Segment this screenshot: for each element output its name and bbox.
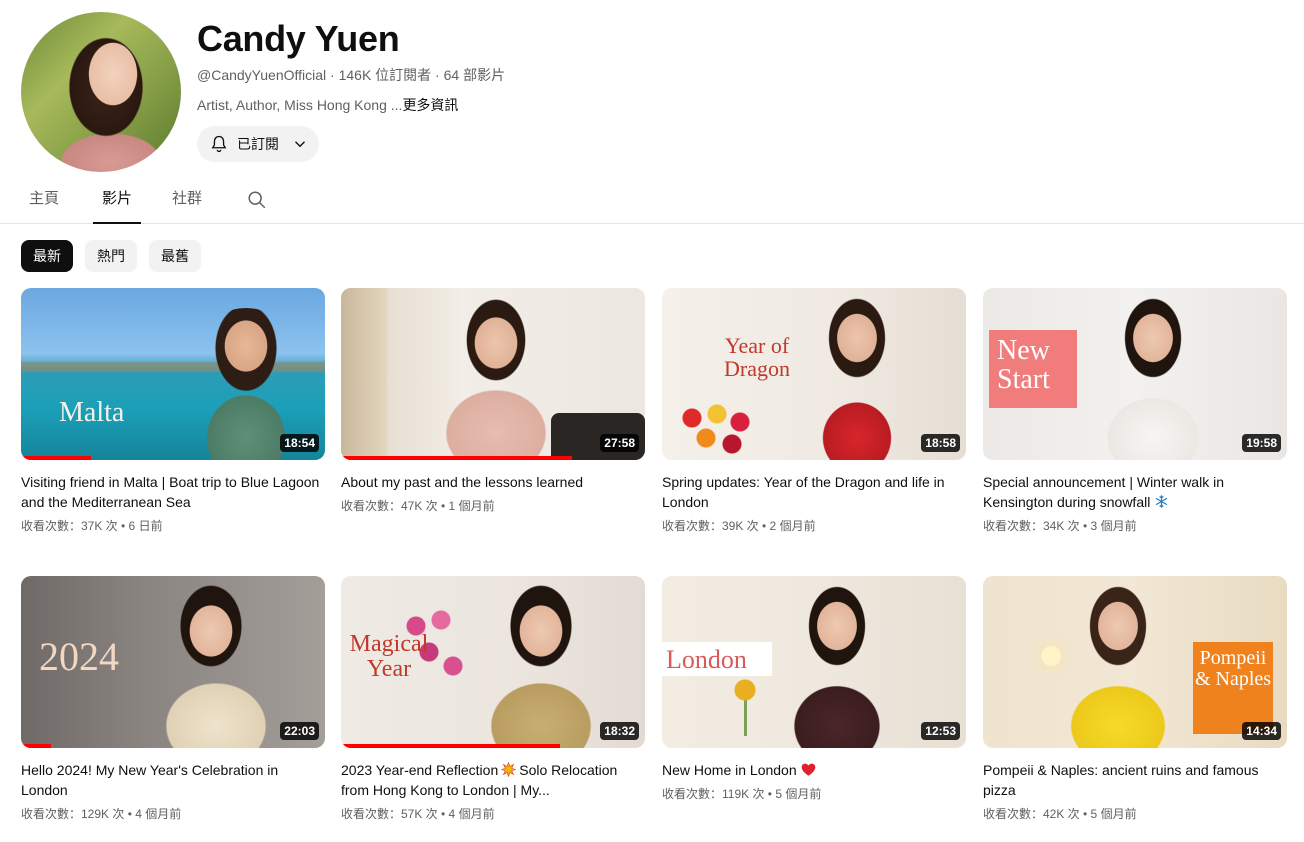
chip-oldest[interactable]: 最舊 xyxy=(149,240,201,272)
video-card: Malta 18:54 Visiting friend in Malta | B… xyxy=(21,288,325,535)
watch-progress-bar xyxy=(341,744,560,748)
bell-icon xyxy=(209,134,229,154)
video-title[interactable]: Visiting friend in Malta | Boat trip to … xyxy=(21,472,325,512)
video-thumbnail[interactable]: Pompeii & Naples 14:34 xyxy=(983,576,1287,748)
video-thumbnail[interactable]: New Start 19:58 xyxy=(983,288,1287,460)
chip-latest[interactable]: 最新 xyxy=(21,240,73,272)
video-duration: 18:32 xyxy=(600,722,639,740)
video-duration: 12:53 xyxy=(921,722,960,740)
tab-videos[interactable]: 影片 xyxy=(93,180,141,224)
sparkle-burst-icon xyxy=(500,761,517,778)
video-title[interactable]: About my past and the lessons learned xyxy=(341,472,645,492)
video-meta: 收看次數：119K 次 • 5 個月前 xyxy=(662,787,822,801)
video-title[interactable]: Spring updates: Year of the Dragon and l… xyxy=(662,472,966,512)
watch-progress-bar xyxy=(21,456,91,460)
video-title[interactable]: Hello 2024! My New Year's Celebration in… xyxy=(21,760,325,800)
video-duration: 14:34 xyxy=(1242,722,1281,740)
thumbnail-caption: Magical Year xyxy=(349,631,429,683)
video-card: Year of Dragon 18:58 Spring updates: Yea… xyxy=(662,288,966,535)
video-duration: 19:58 xyxy=(1242,434,1281,452)
video-meta: 收看次數：34K 次 • 3 個月前 xyxy=(983,519,1137,533)
video-card: 2024 22:03 Hello 2024! My New Year's Cel… xyxy=(21,576,325,823)
thumbnail-caption: Malta xyxy=(59,397,125,428)
more-info-link[interactable]: 更多資訊 xyxy=(402,97,458,113)
video-card: London 12:53 New Home in London 收看次數：119… xyxy=(662,576,966,803)
thumbnail-caption: Pompeii & Naples xyxy=(1194,647,1272,690)
channel-description[interactable]: Artist, Author, Miss Hong Kong ...更多資訊 xyxy=(197,96,458,114)
video-thumbnail[interactable]: 27:58 xyxy=(341,288,645,460)
heart-icon xyxy=(801,761,816,776)
chip-popular[interactable]: 熱門 xyxy=(85,240,137,272)
video-thumbnail[interactable]: London 12:53 xyxy=(662,576,966,748)
video-meta: 收看次數：47K 次 • 1 個月前 xyxy=(341,499,495,513)
channel-tabs: 主頁 影片 社群 xyxy=(0,180,1304,224)
video-meta: 收看次數：129K 次 • 4 個月前 xyxy=(21,807,182,821)
video-duration: 27:58 xyxy=(600,434,639,452)
video-duration: 18:54 xyxy=(280,434,319,452)
thumbnail-caption: New Start xyxy=(997,335,1050,396)
video-card: New Start 19:58 Special announcement | W… xyxy=(983,288,1287,535)
channel-name: Candy Yuen xyxy=(197,18,400,59)
search-icon[interactable] xyxy=(246,189,268,211)
thumbnail-caption: 2024 xyxy=(39,634,119,679)
video-title[interactable]: New Home in London xyxy=(662,760,966,780)
video-title[interactable]: Special announcement | Winter walk in Ke… xyxy=(983,472,1287,512)
video-meta: 收看次數：42K 次 • 5 個月前 xyxy=(983,807,1137,821)
tab-home[interactable]: 主頁 xyxy=(29,180,59,224)
video-thumbnail[interactable]: 2024 22:03 xyxy=(21,576,325,748)
channel-header: Candy Yuen @CandyYuenOfficial · 146K 位訂閱… xyxy=(0,0,1304,180)
video-meta: 收看次數：37K 次 • 6 日前 xyxy=(21,519,163,533)
channel-meta: @CandyYuenOfficial · 146K 位訂閱者 · 64 部影片 xyxy=(197,67,506,83)
video-thumbnail[interactable]: Magical Year 18:32 xyxy=(341,576,645,748)
video-card: 27:58 About my past and the lessons lear… xyxy=(341,288,645,515)
thumbnail-caption: London xyxy=(666,645,747,674)
video-meta: 收看次數：57K 次 • 4 個月前 xyxy=(341,807,495,821)
video-card: Pompeii & Naples 14:34 Pompeii & Naples:… xyxy=(983,576,1287,823)
thumbnail-caption: Year of Dragon xyxy=(724,333,790,382)
video-meta: 收看次數：39K 次 • 2 個月前 xyxy=(662,519,816,533)
video-duration: 18:58 xyxy=(921,434,960,452)
subscribed-label: 已訂閱 xyxy=(237,136,279,152)
watch-progress-bar xyxy=(341,456,573,460)
channel-avatar[interactable] xyxy=(21,12,181,172)
video-card: Magical Year 18:32 2023 Year-end Reflect… xyxy=(341,576,645,823)
video-title-text: 2023 Year-end Reflection xyxy=(341,762,499,778)
chevron-down-icon xyxy=(291,135,309,153)
tab-community[interactable]: 社群 xyxy=(172,180,202,224)
channel-description-text: Artist, Author, Miss Hong Kong ... xyxy=(197,97,403,113)
snowflake-icon xyxy=(1154,494,1169,509)
video-duration: 22:03 xyxy=(280,722,319,740)
video-title-text: New Home in London xyxy=(662,762,797,778)
video-title-text: Special announcement | Winter walk in Ke… xyxy=(983,474,1224,510)
video-thumbnail[interactable]: Malta 18:54 xyxy=(21,288,325,460)
video-thumbnail[interactable]: Year of Dragon 18:58 xyxy=(662,288,966,460)
video-title[interactable]: 2023 Year-end Reflection Solo Relocation … xyxy=(341,760,645,800)
watch-progress-bar xyxy=(21,744,52,748)
subscribed-button[interactable]: 已訂閱 xyxy=(197,126,319,162)
video-title[interactable]: Pompeii & Naples: ancient ruins and famo… xyxy=(983,760,1287,800)
